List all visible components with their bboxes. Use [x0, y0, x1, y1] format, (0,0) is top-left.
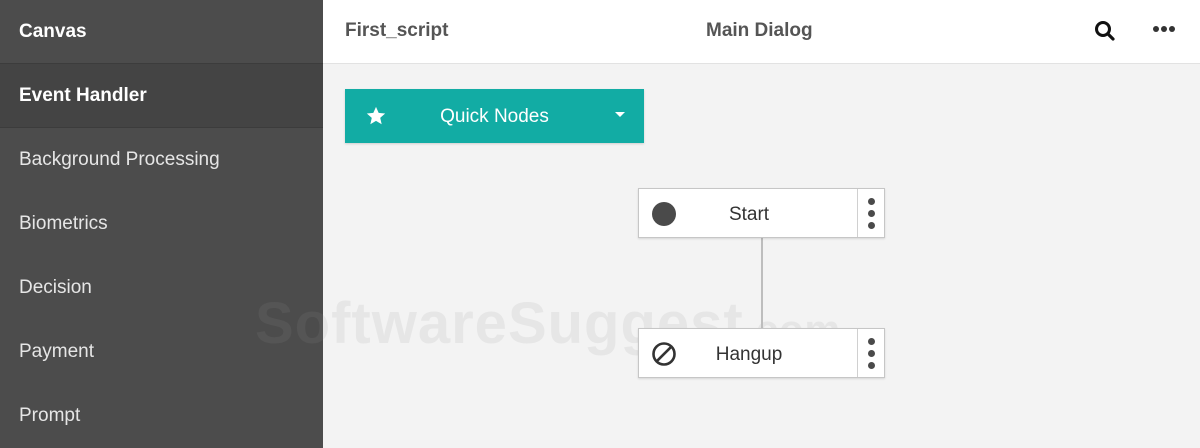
- quick-nodes-dropdown[interactable]: Quick Nodes: [345, 89, 644, 143]
- quick-nodes-label: Quick Nodes: [440, 106, 549, 127]
- dialog-name: Main Dialog: [706, 20, 813, 41]
- chevron-down-icon: [615, 112, 625, 117]
- node-label: Start: [728, 204, 770, 225]
- sidebar-item-label: Biometrics: [19, 213, 108, 234]
- sidebar-section-label: Event Handler: [19, 84, 147, 106]
- sidebar-header-label: Canvas: [19, 20, 87, 42]
- sidebar: Canvas Event Handler Background Processi…: [0, 0, 323, 448]
- sidebar-item-label: Payment: [19, 341, 94, 362]
- node-menu-icon[interactable]: [857, 329, 884, 377]
- more-horizontal-icon[interactable]: [1151, 18, 1179, 44]
- sidebar-item-payment[interactable]: Payment: [0, 320, 323, 384]
- start-node[interactable]: Start: [638, 188, 885, 238]
- sidebar-item-decision[interactable]: Decision: [0, 256, 323, 320]
- sidebar-item-background-processing[interactable]: Background Processing: [0, 128, 323, 192]
- sidebar-item-label: Background Processing: [19, 149, 220, 170]
- node-menu-icon[interactable]: [857, 189, 884, 237]
- script-name: First_script: [345, 20, 449, 41]
- hangup-node[interactable]: Hangup: [638, 328, 885, 378]
- sidebar-item-prompt[interactable]: Prompt: [0, 384, 323, 448]
- sidebar-item-label: Prompt: [19, 405, 81, 426]
- search-icon[interactable]: [1093, 18, 1117, 44]
- node-connector: [761, 238, 763, 328]
- node-label: Hangup: [715, 344, 783, 365]
- top-bar: First_script Main Dialog: [323, 0, 1200, 64]
- sidebar-header-canvas[interactable]: Canvas: [0, 0, 323, 64]
- sidebar-item-label: Decision: [19, 277, 92, 298]
- sidebar-item-biometrics[interactable]: Biometrics: [0, 192, 323, 256]
- sidebar-section-event-handler[interactable]: Event Handler: [0, 64, 323, 128]
